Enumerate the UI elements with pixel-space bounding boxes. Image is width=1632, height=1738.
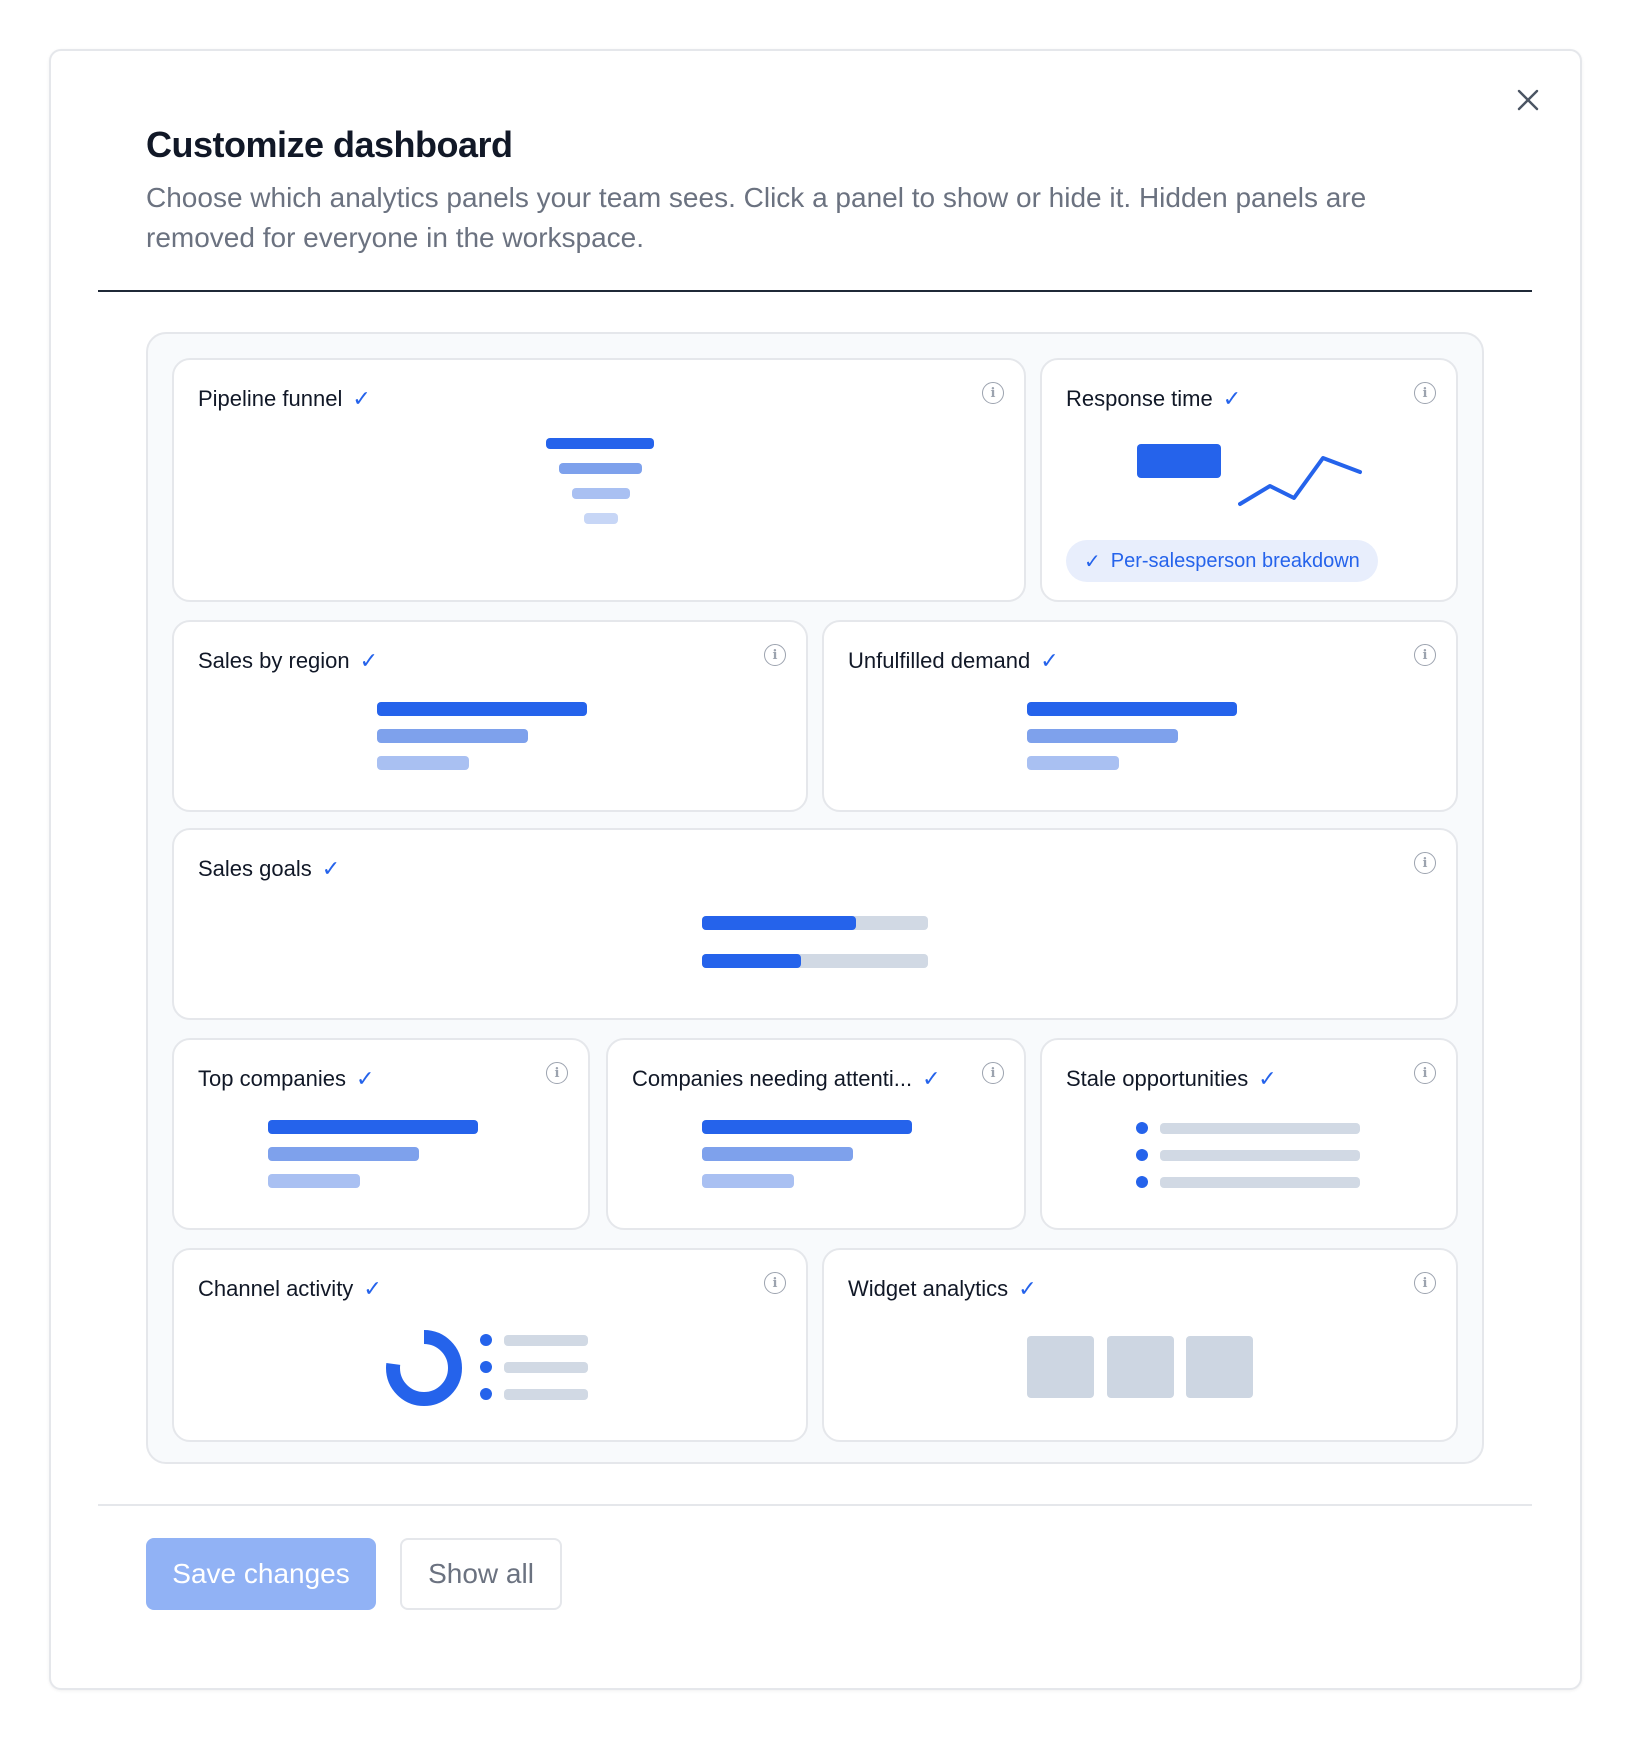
info-icon[interactable]: i xyxy=(1414,1272,1436,1294)
legend-line xyxy=(504,1362,588,1373)
panel-grid: Pipeline funnel ✓ i Response time ✓ i ✓ Pe… xyxy=(146,332,1484,1464)
demand-bar xyxy=(1027,756,1119,770)
demand-bar xyxy=(1027,702,1237,716)
goal-track xyxy=(702,954,928,968)
check-icon: ✓ xyxy=(1040,648,1059,673)
donut-chart xyxy=(386,1330,462,1406)
panel-channel-activity[interactable]: Channel activity ✓ i xyxy=(172,1248,808,1442)
legend-bullet xyxy=(480,1334,492,1346)
info-icon[interactable]: i xyxy=(1414,1062,1436,1084)
list-bullet xyxy=(1136,1149,1148,1161)
info-icon[interactable]: i xyxy=(982,1062,1004,1084)
company-bar xyxy=(268,1120,478,1134)
save-changes-button[interactable]: Save changes xyxy=(146,1538,376,1610)
panel-unfulfilled-demand[interactable]: Unfulfilled demand ✓ i xyxy=(822,620,1458,812)
check-icon: ✓ xyxy=(355,1066,375,1091)
check-icon: ✓ xyxy=(1258,1066,1277,1091)
check-icon: ✓ xyxy=(359,648,379,673)
region-bar xyxy=(377,702,587,716)
goal-fill xyxy=(702,916,856,930)
close-button[interactable] xyxy=(1508,80,1548,120)
check-icon: ✓ xyxy=(1084,550,1101,573)
panel-stale-opportunities[interactable]: Stale opportunities ✓ i xyxy=(1040,1038,1458,1230)
panel-label: Response time xyxy=(1066,386,1213,411)
company-bar xyxy=(268,1174,360,1188)
panel-label: Companies needing attenti... xyxy=(632,1066,913,1091)
info-icon[interactable]: i xyxy=(982,382,1004,404)
per-salesperson-breakdown-toggle[interactable]: ✓ Per-salesperson breakdown xyxy=(1066,540,1378,582)
list-line xyxy=(1160,1177,1360,1188)
info-icon[interactable]: i xyxy=(764,644,786,666)
show-all-button[interactable]: Show all xyxy=(400,1538,562,1610)
info-icon[interactable]: i xyxy=(546,1062,568,1084)
list-line xyxy=(1160,1150,1360,1161)
legend-line xyxy=(504,1389,588,1400)
chip-label: Per-salesperson breakdown xyxy=(1110,549,1360,572)
company-bar xyxy=(702,1174,794,1188)
metric-block xyxy=(1137,444,1221,478)
panel-label: Widget analytics xyxy=(848,1276,1009,1301)
check-icon: ✓ xyxy=(352,386,371,411)
funnel-bar xyxy=(559,463,642,474)
panel-label: Top companies xyxy=(198,1066,346,1091)
panel-label: Sales goals xyxy=(198,856,312,881)
dialog-description: Choose which analytics panels your team … xyxy=(146,182,1367,253)
list-bullet xyxy=(1136,1176,1148,1188)
check-icon: ✓ xyxy=(321,856,341,881)
info-icon[interactable]: i xyxy=(1414,644,1436,666)
panel-top-companies[interactable]: Top companies ✓ i xyxy=(172,1038,590,1230)
widget-tile xyxy=(1027,1336,1094,1398)
list-bullet xyxy=(1136,1122,1148,1134)
info-icon[interactable]: i xyxy=(764,1272,786,1294)
funnel-bar xyxy=(572,488,630,499)
panel-label: Channel activity xyxy=(198,1276,354,1301)
footer-divider xyxy=(98,1504,1532,1506)
region-bar xyxy=(377,756,469,770)
trend-line xyxy=(1238,456,1362,506)
demand-bar xyxy=(1027,729,1178,743)
panel-sales-goals[interactable]: Sales goals ✓ i xyxy=(172,828,1458,1020)
list-line xyxy=(1160,1123,1360,1134)
panel-label: Pipeline funnel xyxy=(198,386,343,411)
check-icon: ✓ xyxy=(363,1276,382,1301)
funnel-bar xyxy=(584,513,618,524)
region-bar xyxy=(377,729,528,743)
widget-tile xyxy=(1186,1336,1253,1398)
goal-track xyxy=(702,916,928,930)
legend-bullet xyxy=(480,1388,492,1400)
panel-label: Unfulfilled demand xyxy=(848,648,1031,673)
info-icon[interactable]: i xyxy=(1414,852,1436,874)
legend-bullet xyxy=(480,1361,492,1373)
panel-sales-by-region[interactable]: Sales by region ✓ i xyxy=(172,620,808,812)
header-divider xyxy=(98,290,1532,292)
panel-label: Stale opportunities xyxy=(1066,1066,1249,1091)
close-icon xyxy=(1517,89,1539,111)
dialog-title: Customize dashboard xyxy=(146,124,513,165)
panel-widget-analytics[interactable]: Widget analytics ✓ i xyxy=(822,1248,1458,1442)
company-bar xyxy=(268,1147,419,1161)
check-icon: ✓ xyxy=(1018,1276,1037,1301)
company-bar xyxy=(702,1120,912,1134)
check-icon: ✓ xyxy=(922,1066,941,1091)
panel-companies-needing-attention[interactable]: Companies needing attenti... ✓ i xyxy=(606,1038,1026,1230)
widget-tile xyxy=(1107,1336,1174,1398)
info-icon[interactable]: i xyxy=(1414,382,1436,404)
legend-line xyxy=(504,1335,588,1346)
panel-response-time[interactable]: Response time ✓ i ✓ Per-salesperson break… xyxy=(1040,358,1458,602)
check-icon: ✓ xyxy=(1222,386,1242,411)
goal-fill xyxy=(702,954,802,968)
company-bar xyxy=(702,1147,853,1161)
panel-pipeline-funnel[interactable]: Pipeline funnel ✓ i xyxy=(172,358,1026,602)
funnel-bar xyxy=(546,438,654,449)
panel-label: Sales by region xyxy=(198,648,350,673)
